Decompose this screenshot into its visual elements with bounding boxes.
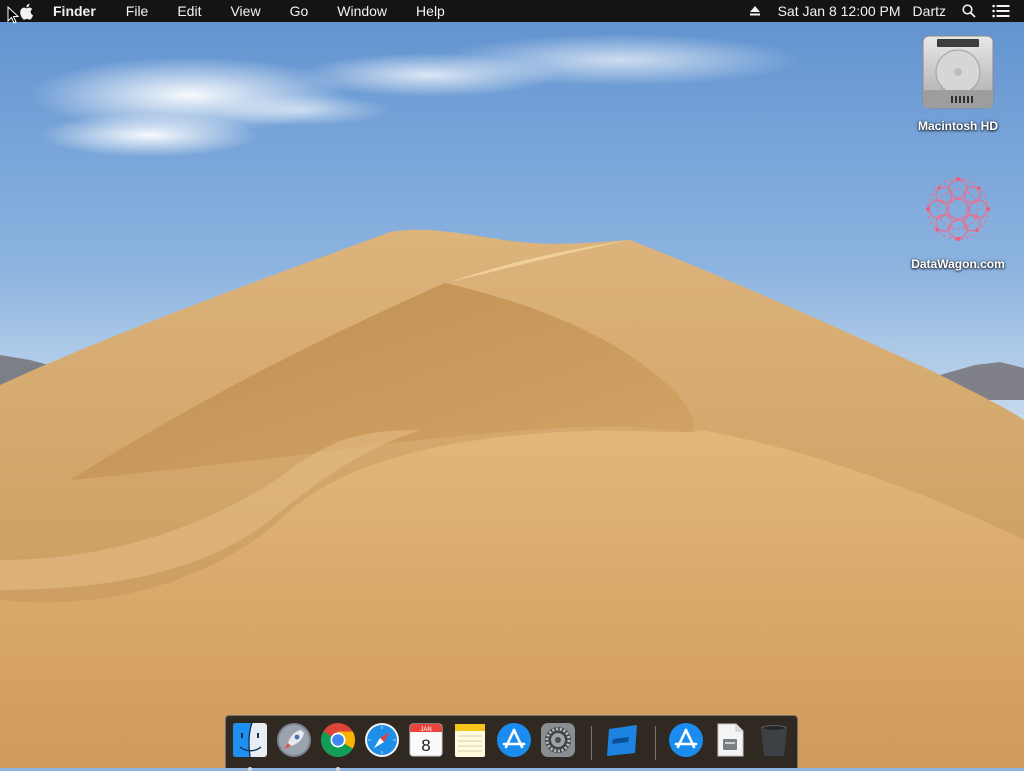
menu-edit[interactable]: Edit bbox=[177, 0, 201, 22]
menu-window[interactable]: Window bbox=[337, 0, 387, 22]
safari-compass-icon bbox=[365, 723, 399, 757]
app-store-icon bbox=[669, 723, 703, 757]
document-icon bbox=[717, 723, 744, 757]
dock-separator bbox=[591, 726, 592, 760]
dock-separator bbox=[655, 726, 656, 760]
menu-app-name[interactable]: Finder bbox=[53, 0, 96, 22]
dock-app-notes[interactable] bbox=[451, 721, 489, 761]
menu-bar: Finder File Edit View Go Window Help Sat… bbox=[0, 0, 1024, 22]
trash-icon bbox=[761, 725, 787, 756]
desktop-item-label: Macintosh HD bbox=[917, 119, 998, 133]
notes-icon bbox=[455, 724, 485, 757]
menu-clock[interactable]: Sat Jan 8 12:00 PM bbox=[778, 0, 901, 22]
apple-logo-icon[interactable] bbox=[19, 2, 35, 20]
calendar-day: 8 bbox=[421, 736, 430, 755]
dock-app-calendar[interactable]: JAN 8 bbox=[407, 721, 445, 761]
app-store-icon bbox=[497, 723, 531, 757]
desktop-item-macintosh-hd[interactable]: Macintosh HD bbox=[898, 34, 1018, 133]
dock-app-trash[interactable] bbox=[755, 721, 793, 761]
launchpad-rocket-icon bbox=[277, 723, 311, 757]
eject-icon[interactable] bbox=[746, 2, 764, 20]
blue-square-icon bbox=[607, 725, 637, 756]
menu-view[interactable]: View bbox=[230, 0, 260, 22]
dock-app-chrome[interactable] bbox=[319, 721, 357, 771]
desktop-wallpaper bbox=[0, 0, 1024, 768]
menu-help[interactable]: Help bbox=[416, 0, 445, 22]
desktop-item-label: DataWagon.com bbox=[911, 257, 1005, 271]
notification-center-icon[interactable] bbox=[992, 2, 1010, 20]
spotlight-search-icon[interactable] bbox=[960, 2, 978, 20]
menu-go[interactable]: Go bbox=[290, 0, 309, 22]
dock-app-finder[interactable] bbox=[231, 721, 269, 771]
dock-app-launchpad[interactable] bbox=[275, 721, 313, 761]
chrome-icon bbox=[321, 723, 355, 757]
datawagon-pattern-icon bbox=[919, 170, 997, 253]
dock-app-app-store[interactable] bbox=[495, 721, 533, 761]
dock-app-system-preferences[interactable] bbox=[539, 721, 577, 761]
dock-app-app-store-download[interactable] bbox=[667, 721, 705, 761]
dock: JAN 8 bbox=[225, 715, 798, 771]
gear-icon bbox=[541, 723, 575, 757]
finder-icon bbox=[233, 722, 267, 758]
hard-drive-icon bbox=[921, 34, 995, 115]
calendar-icon: JAN 8 bbox=[409, 723, 443, 757]
menu-file[interactable]: File bbox=[126, 0, 149, 22]
dock-app-document[interactable] bbox=[711, 721, 749, 761]
menu-user-name[interactable]: Dartz bbox=[913, 0, 946, 22]
dock-app-safari[interactable] bbox=[363, 721, 401, 761]
calendar-month: JAN bbox=[420, 727, 431, 733]
dock-app-blue[interactable] bbox=[603, 721, 641, 761]
desktop-item-datawagon[interactable]: DataWagon.com bbox=[898, 170, 1018, 271]
mouse-cursor-icon bbox=[7, 6, 19, 24]
